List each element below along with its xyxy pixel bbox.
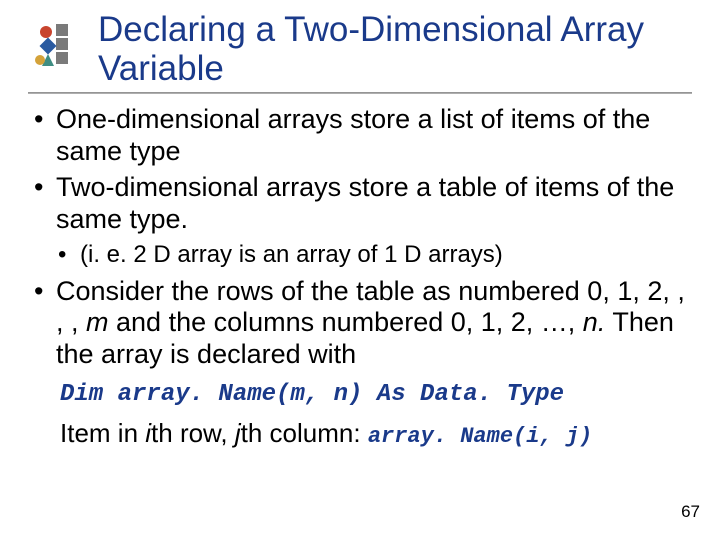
- slide-body: One-dimensional arrays store a list of i…: [28, 104, 692, 449]
- bullet-3-m: m: [86, 307, 109, 337]
- item-pre: Item in: [60, 418, 145, 448]
- bullet-1: One-dimensional arrays store a list of i…: [28, 104, 692, 168]
- page-number: 67: [681, 502, 700, 522]
- bullet-3-n: n.: [583, 307, 606, 337]
- slide-title: Declaring a Two-Dimensional Array Variab…: [98, 8, 692, 88]
- item-mid1: th row,: [151, 418, 235, 448]
- title-underline: [28, 92, 692, 94]
- item-access-line: Item in ith row, jth column: array. Name…: [60, 418, 692, 449]
- bullet-3-mid: and the columns numbered 0, 1, 2, …,: [109, 307, 583, 337]
- item-mid2: th column:: [241, 418, 368, 448]
- slide-logo-icon: [28, 20, 84, 76]
- code-declaration: Dim array. Name(m, n) As Data. Type: [60, 381, 692, 408]
- bullet-3: Consider the rows of the table as number…: [28, 276, 692, 372]
- bullet-2a: (i. e. 2 D array is an array of 1 D arra…: [28, 240, 692, 270]
- bullet-2: Two-dimensional arrays store a table of …: [28, 172, 692, 236]
- item-code: array. Name(i, j): [368, 424, 592, 449]
